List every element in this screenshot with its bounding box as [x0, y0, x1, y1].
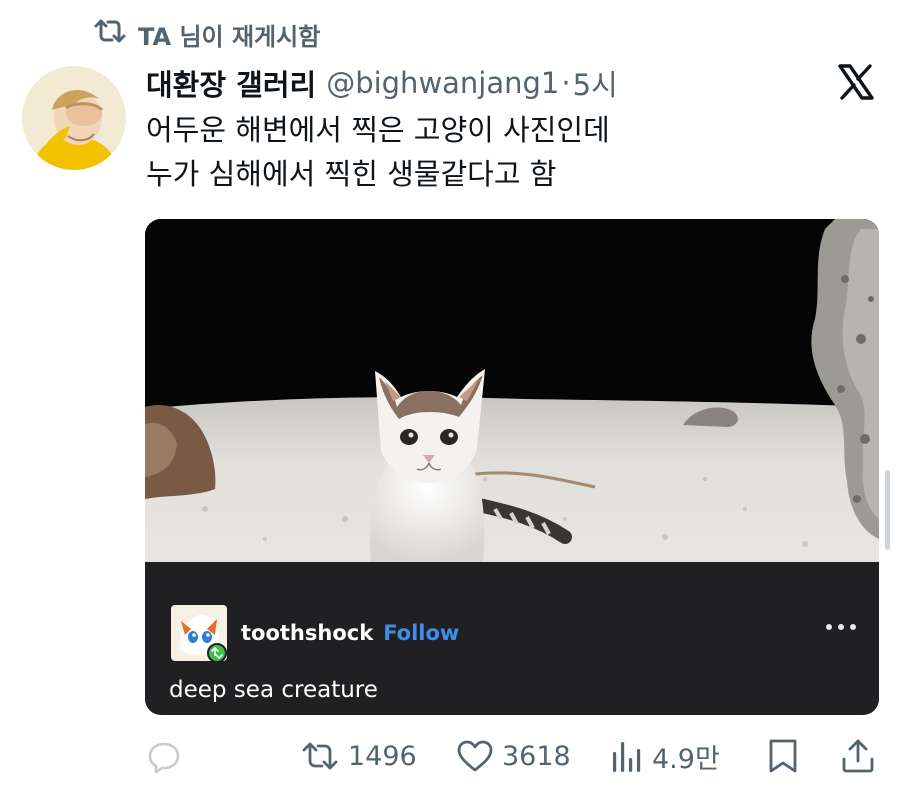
action-bar: 1496 3618 4.9만 [0, 730, 900, 782]
like-button[interactable]: 3618 [456, 730, 571, 782]
reply-icon [146, 738, 182, 774]
media-card[interactable]: toothshock Follow deep sea creature [145, 219, 879, 715]
repost-label: TA 님이 재게시함 [138, 22, 321, 51]
share-button[interactable] [840, 730, 876, 782]
repost-button[interactable]: 1496 [300, 730, 417, 782]
author-display-name[interactable]: 대환장 갤러리 [146, 62, 316, 104]
tweet-header: 대환장 갤러리 @bighwanjang1 · 5시 [146, 62, 618, 104]
bookmark-button[interactable] [766, 730, 800, 782]
tweet-text: 어두운 해변에서 찍은 고양이 사진인데 누가 심해에서 찍힌 생물같다고 함 [146, 108, 846, 196]
views-button[interactable]: 4.9만 [610, 730, 720, 782]
views-chart-icon [610, 738, 644, 774]
embedded-avatar[interactable] [171, 605, 227, 663]
x-logo-icon [836, 62, 876, 102]
cat-photo[interactable] [145, 219, 879, 562]
embedded-post-author: toothshock Follow [171, 603, 459, 663]
repost-icon [300, 739, 340, 773]
author-avatar[interactable] [22, 66, 126, 170]
more-dots-icon[interactable] [821, 617, 861, 637]
like-count: 3618 [502, 740, 571, 772]
header-separator: · [561, 66, 571, 100]
author-handle[interactable]: @bighwanjang1 [326, 66, 559, 100]
tweet-text-line: 어두운 해변에서 찍은 고양이 사진인데 [146, 113, 610, 147]
embedded-username[interactable]: toothshock [241, 621, 373, 645]
bookmark-icon [766, 737, 800, 775]
tweet-text-line: 누가 심해에서 찍힌 생물같다고 함 [146, 157, 557, 191]
views-count: 4.9만 [652, 743, 720, 775]
embedded-caption: deep sea creature [169, 677, 378, 703]
reply-button[interactable] [146, 730, 190, 782]
repost-banner[interactable]: TA 님이 재게시함 [92, 16, 320, 52]
repost-icon [92, 16, 128, 52]
follow-button[interactable]: Follow [383, 621, 459, 645]
heart-icon [456, 739, 494, 773]
repost-count: 1496 [348, 740, 417, 772]
scrollbar[interactable] [885, 470, 890, 550]
post-time[interactable]: 5시 [573, 62, 618, 104]
share-icon [840, 737, 876, 775]
